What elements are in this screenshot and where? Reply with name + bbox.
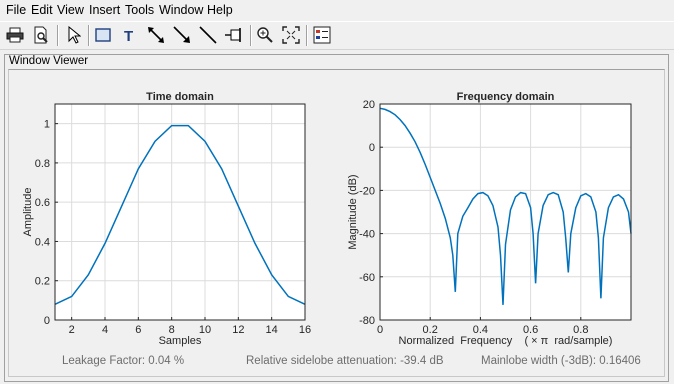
mainlobe-width-label: Mainlobe width (-3dB): 0.16406: [481, 355, 641, 367]
chart-title: Frequency domain: [457, 91, 555, 103]
y-tick-label: 20: [363, 99, 375, 111]
y-tick-label: -40: [359, 229, 375, 241]
y-tick-label: 0.6: [35, 197, 50, 209]
y-tick-label: 0.2: [35, 276, 50, 288]
y-tick-label: -80: [359, 315, 375, 327]
x-tick-label: 0: [377, 324, 383, 336]
leakage-factor-label: Leakage Factor: 0.04 %: [62, 355, 185, 367]
x-axis-label: Samples: [159, 335, 202, 347]
y-tick-label: 0: [369, 142, 375, 154]
y-tick-label: 0.4: [35, 236, 50, 248]
x-axis-label: Normalized Frequency ( × π rad/sample): [399, 335, 613, 347]
y-tick-label: 1: [44, 119, 50, 131]
x-tick-label: 6: [135, 324, 141, 336]
y-tick-label: 0.8: [35, 158, 50, 170]
x-tick-label: 4: [102, 324, 108, 336]
y-tick-label: 0: [44, 315, 50, 327]
y-axis-label: Amplitude: [22, 188, 34, 237]
chart-title: Time domain: [146, 91, 214, 103]
y-axis-label: Magnitude (dB): [347, 174, 359, 249]
y-tick-label: -20: [359, 185, 375, 197]
plot-area: [380, 104, 631, 320]
x-tick-label: 12: [232, 324, 244, 336]
y-tick-label: -60: [359, 272, 375, 284]
x-tick-label: 16: [299, 324, 311, 336]
charts-canvas: 2 4 6 8 10 12 14 1600.20.40.60.81Time domainSam…: [22, 91, 632, 347]
x-tick-label: 2: [69, 324, 75, 336]
x-tick-label: 14: [266, 324, 278, 336]
sidelobe-attenuation-label: Relative sidelobe attenuation: -39.4 dB: [246, 355, 444, 367]
plot-area: [55, 104, 305, 320]
